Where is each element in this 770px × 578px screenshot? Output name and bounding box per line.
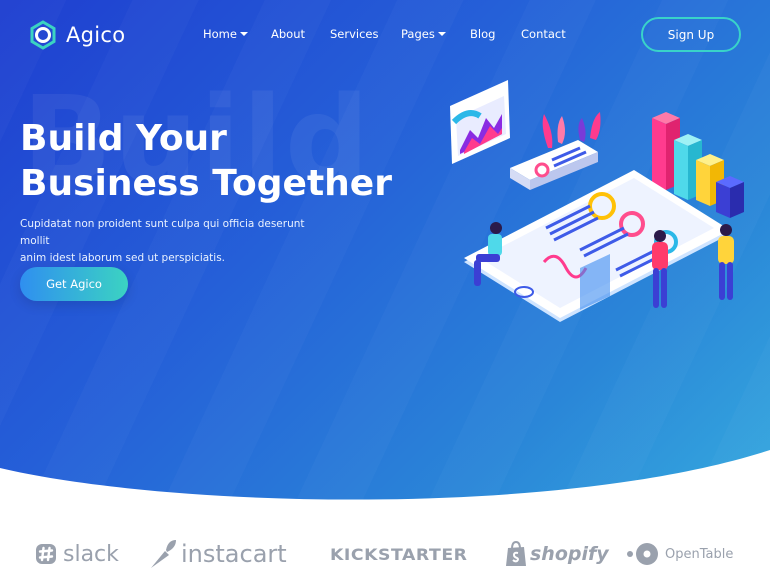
partner-logo-opentable-text: OpenTable (665, 546, 734, 562)
sign-up-button[interactable]: Sign Up (641, 17, 741, 52)
hero-illustration (450, 80, 744, 322)
nav-item-blog-label: Blog (470, 27, 496, 41)
shopping-bag-icon (506, 541, 526, 566)
nav-item-services[interactable]: Services (330, 27, 379, 41)
chevron-down-icon (437, 32, 446, 36)
partner-logo-shopify: shopify (505, 538, 609, 570)
nav-item-contact-label: Contact (521, 27, 566, 41)
floating-analytics-card (510, 140, 598, 190)
chevron-down-icon (239, 32, 248, 36)
opentable-dots-icon (627, 543, 658, 565)
floating-chart-card (450, 80, 510, 164)
slack-icon (36, 544, 56, 564)
partner-logo-shopify-text: shopify (530, 543, 609, 565)
partner-logo-opentable: OpenTable (625, 538, 733, 570)
nav-item-blog[interactable]: Blog (470, 27, 495, 41)
nav-item-about[interactable]: About (271, 27, 305, 41)
partner-logo-slack: slack (34, 538, 119, 570)
nav-item-contact[interactable]: Contact (521, 27, 566, 41)
partner-logo-slack-text: slack (63, 541, 119, 567)
hero-description-line-2: anim idest laborum sed ut perspiciatis. (20, 252, 226, 264)
partner-logo-instacart-text: instacart (181, 540, 287, 568)
get-agico-button[interactable]: Get Agico (20, 267, 128, 301)
nav-item-services-label: Services (330, 27, 379, 41)
nav-item-pages-label: Pages (401, 27, 435, 41)
nav-item-home-label: Home (203, 27, 237, 41)
partner-logo-kickstarter: KICKSTARTER (330, 538, 467, 570)
hero-headline-line-1: Build Your (20, 118, 227, 159)
partner-logo-instacart: instacart (148, 538, 287, 570)
decorative-plant (542, 112, 601, 148)
hero-headline-line-2: Business Together (20, 163, 392, 204)
carrot-icon (151, 540, 176, 568)
hero-description: Cupidatat non proident sunt culpa qui of… (20, 216, 320, 267)
hero-description-line-1: Cupidatat non proident sunt culpa qui of… (20, 218, 305, 247)
nav-item-home[interactable]: Home (203, 27, 248, 41)
nav-item-pages[interactable]: Pages (401, 27, 446, 41)
nav-item-about-label: About (271, 27, 306, 41)
hero-headline: Build Your Business Together (20, 116, 440, 206)
partner-logo-kickstarter-text: KICKSTARTER (330, 544, 468, 564)
hero-bottom-wave (0, 450, 770, 510)
